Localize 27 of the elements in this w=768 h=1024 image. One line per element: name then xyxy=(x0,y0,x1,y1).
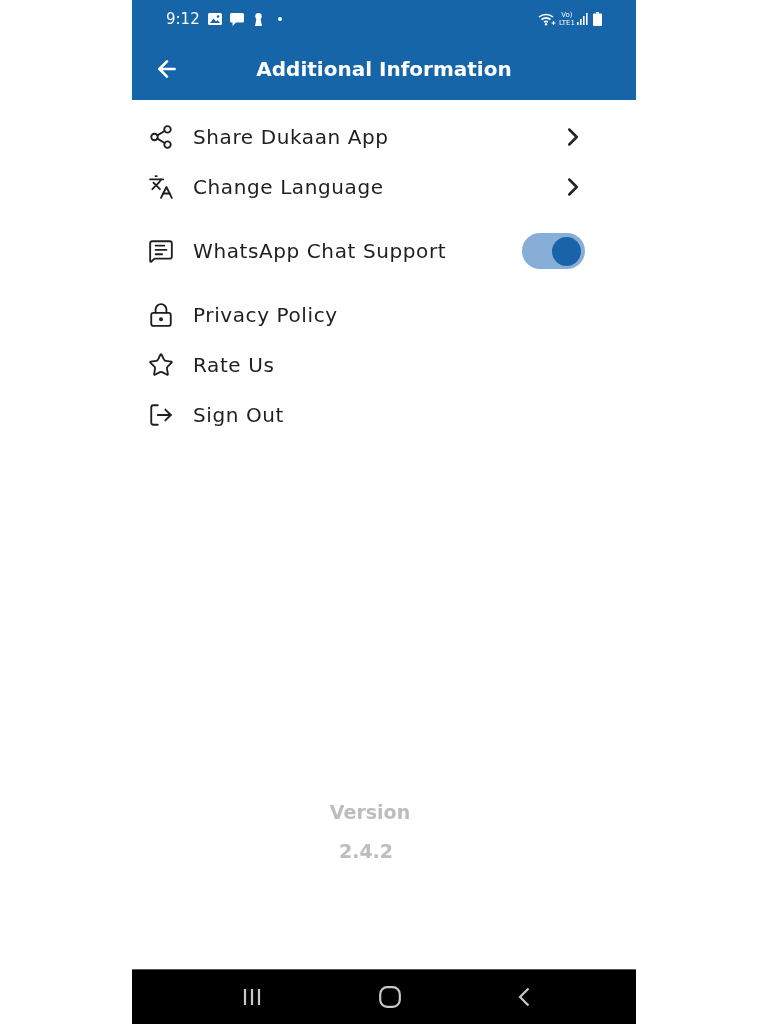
home-icon[interactable] xyxy=(379,986,401,1008)
menu-label: WhatsApp Chat Support xyxy=(193,238,448,264)
sign-out-icon xyxy=(148,402,174,428)
battery-icon xyxy=(593,12,602,26)
chat-bubble-icon xyxy=(229,12,244,26)
version-number: 2.4.2 xyxy=(338,839,395,863)
translate-icon xyxy=(148,174,174,200)
status-time: 9:12 xyxy=(166,10,200,28)
recent-apps-icon[interactable] xyxy=(242,988,262,1006)
share-icon xyxy=(148,124,174,150)
wifi-icon xyxy=(537,12,556,26)
menu-item[interactable]: Sign Out xyxy=(132,390,636,440)
version-label: Version xyxy=(329,800,411,824)
image-icon xyxy=(207,13,222,25)
lock-icon xyxy=(148,302,174,328)
menu-item[interactable]: Change Language xyxy=(132,162,636,212)
star-icon xyxy=(148,352,174,378)
back-icon[interactable] xyxy=(518,987,530,1007)
menu-item[interactable]: Privacy Policy xyxy=(132,290,636,340)
screen-title: Additional Information xyxy=(255,56,513,82)
menu-item[interactable]: Rate Us xyxy=(132,340,636,390)
toggle-switch[interactable] xyxy=(522,233,585,269)
signal-icon xyxy=(577,13,588,25)
message-icon xyxy=(148,238,174,264)
menu-item[interactable]: Share Dukaan App xyxy=(132,112,636,162)
dot-icon xyxy=(277,17,282,21)
keyhole-icon xyxy=(253,12,263,26)
